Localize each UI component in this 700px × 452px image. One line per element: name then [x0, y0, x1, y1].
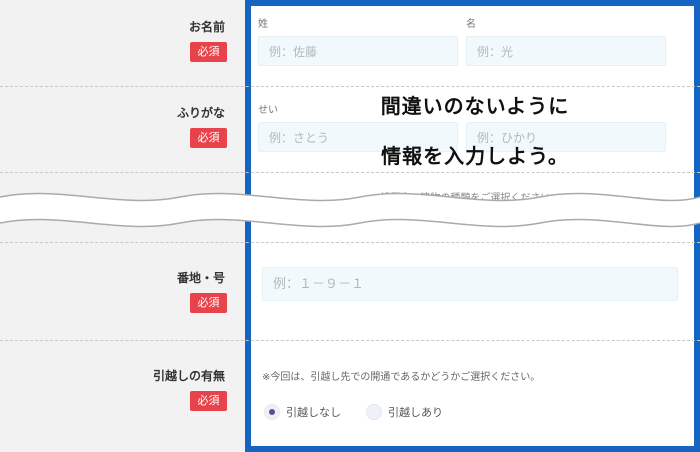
radio-unchecked-icon	[366, 404, 382, 420]
required-badge: 必須	[190, 128, 227, 148]
moving-notice: ※今回は、引越し先での開通であるかどうかご選択ください。	[262, 372, 541, 383]
first-name-sublabel: 名	[466, 19, 476, 30]
required-badge: 必須	[190, 42, 227, 62]
overlay-message-line1: 間違いのないように	[380, 94, 570, 118]
wave-band-decoration	[0, 192, 700, 228]
radio-checked-icon	[264, 404, 280, 420]
radio-no-moving[interactable]: 引越しなし	[264, 404, 341, 420]
name-label: お名前	[188, 20, 225, 34]
radio-label: 引越しあり	[388, 406, 443, 419]
row-divider	[0, 172, 700, 173]
last-name-input[interactable]: 例：佐藤	[258, 36, 458, 66]
moving-label: 引越しの有無	[152, 369, 225, 383]
required-badge: 必須	[190, 293, 227, 313]
address-number-label: 番地・号	[176, 271, 225, 285]
overlay-message-line2: 情報を入力しよう。	[381, 144, 569, 168]
furigana-label: ふりがな	[176, 106, 225, 120]
address-number-input[interactable]: 例：１－９－１	[262, 267, 678, 301]
row-divider	[0, 86, 700, 87]
first-name-input[interactable]: 例：光	[466, 36, 666, 66]
required-badge: 必須	[190, 391, 227, 411]
radio-with-moving[interactable]: 引越しあり	[366, 404, 443, 420]
last-name-sublabel: 姓	[258, 19, 268, 30]
row-divider	[0, 340, 700, 341]
radio-label: 引越しなし	[286, 406, 341, 419]
